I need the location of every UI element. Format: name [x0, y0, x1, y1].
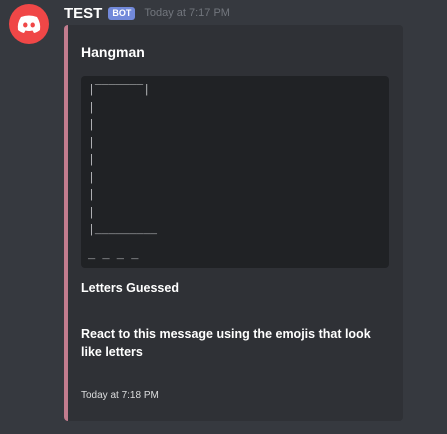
letters-guessed-label: Letters Guessed — [81, 281, 179, 295]
embed-description: React to this message using the emojis t… — [81, 327, 371, 359]
avatar[interactable] — [9, 4, 49, 44]
embed-title: Hangman — [81, 44, 145, 60]
embed-footer-timestamp: Today at 7:18 PM — [81, 390, 159, 401]
username[interactable]: TEST — [64, 5, 102, 22]
code-block: |‾‾‾‾‾‾‾| | | | | | | | |_________ _ _ _… — [81, 76, 389, 268]
message-timestamp: Today at 7:17 PM — [144, 7, 230, 19]
hangman-embed: Hangman |‾‾‾‾‾‾‾| | | | | | | | |_______… — [64, 25, 403, 421]
word-blanks: _ _ _ _ — [88, 248, 139, 262]
bot-badge: BOT — [108, 6, 136, 20]
hangman-gallows: |‾‾‾‾‾‾‾| | | | | | | | |_________ — [88, 84, 158, 237]
message-header: TEST BOT Today at 7:17 PM — [64, 4, 230, 22]
discord-logo-icon — [17, 15, 41, 33]
